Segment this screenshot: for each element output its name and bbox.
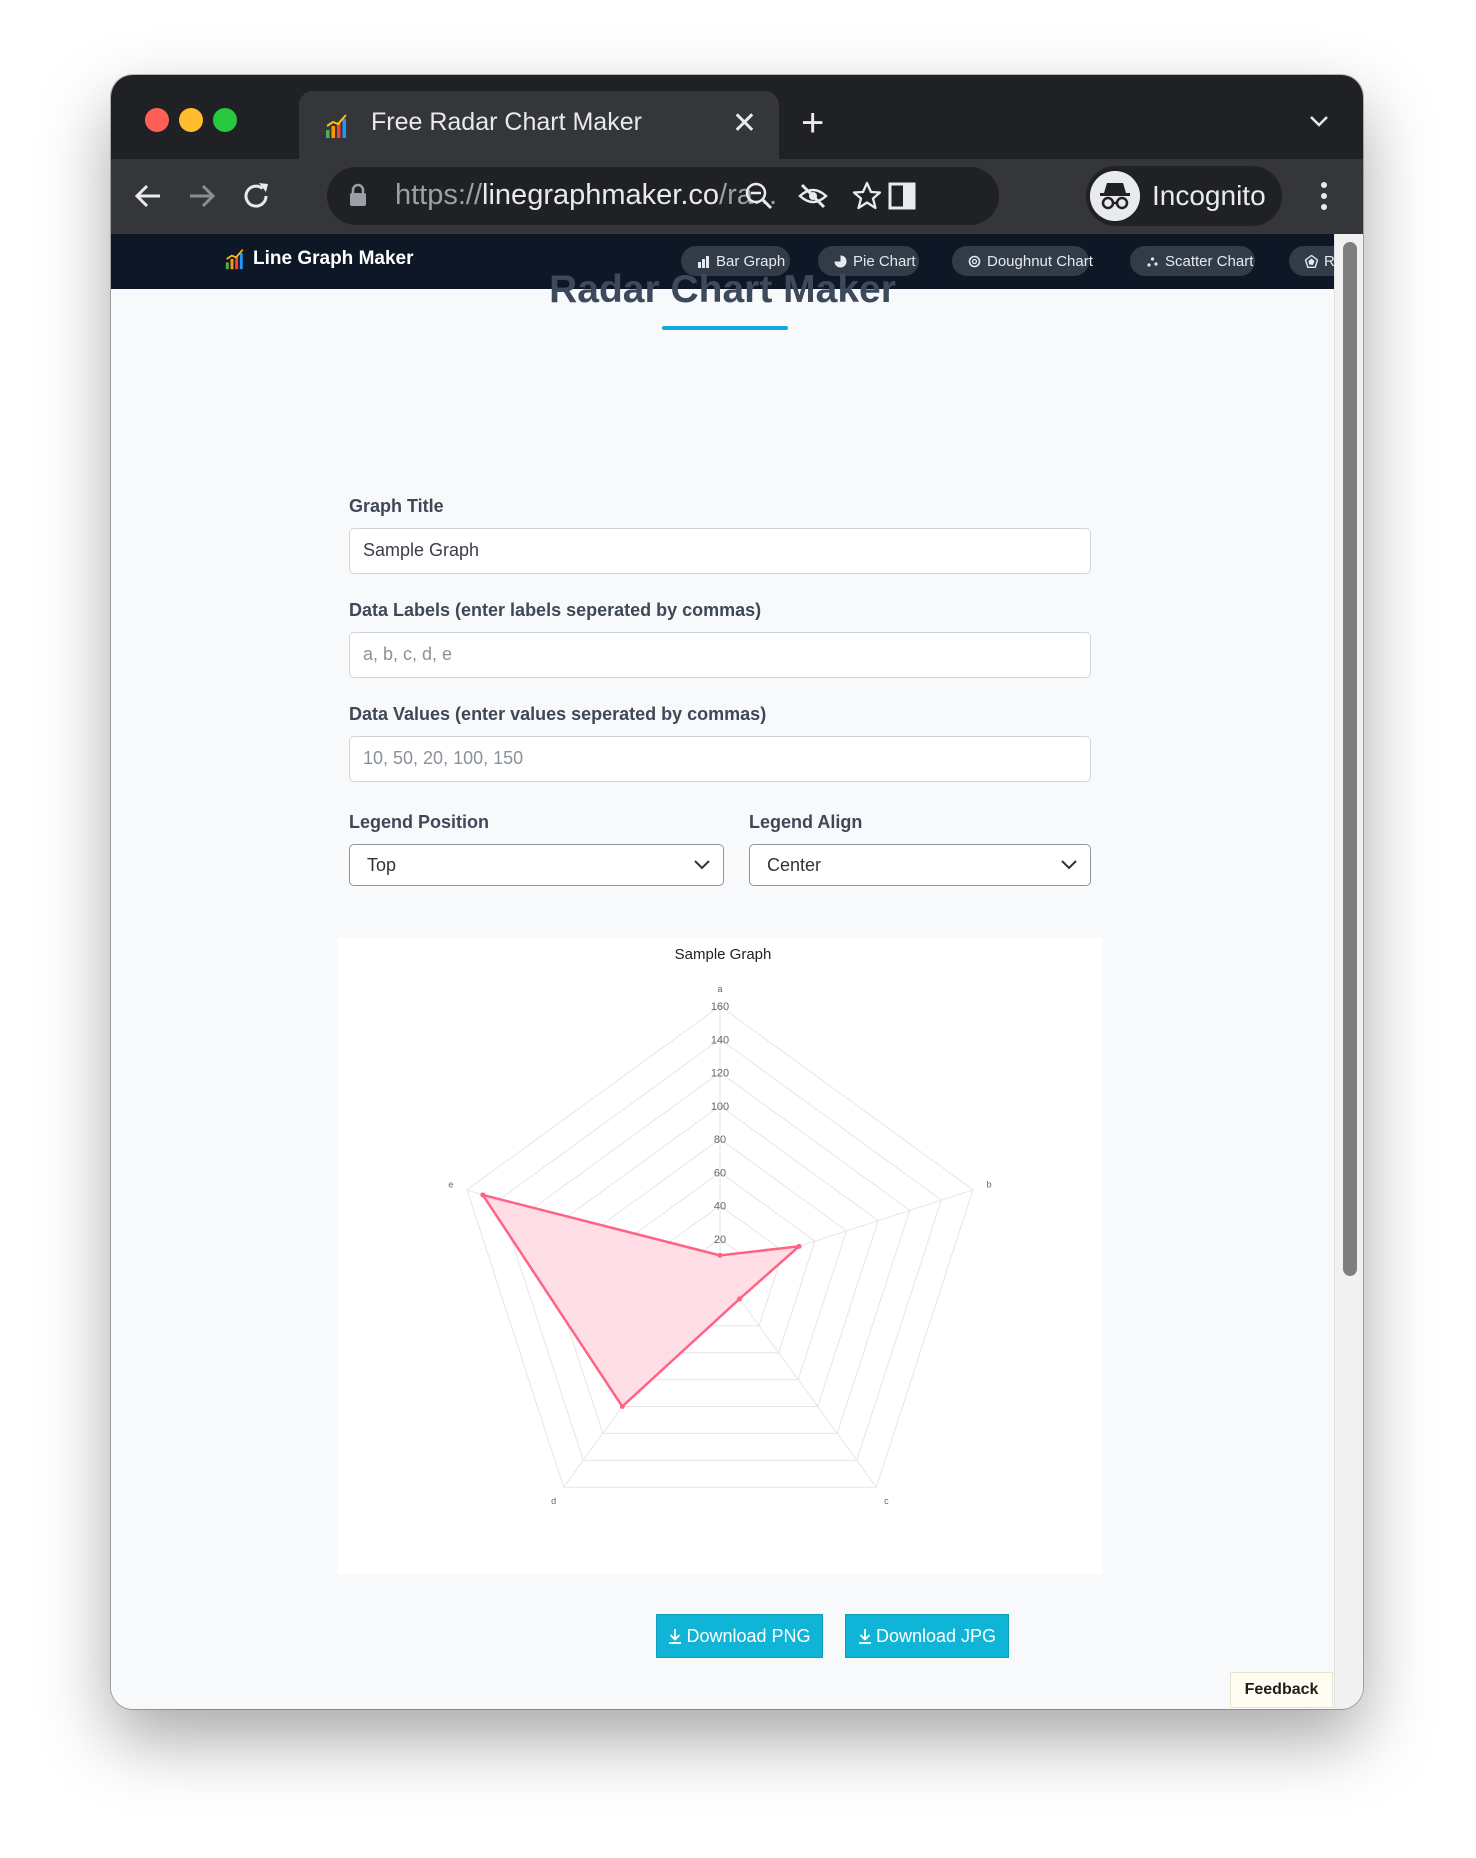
browser-toolbar: https://linegraphmaker.co/ra... Incognit… (111, 159, 1363, 234)
new-tab-icon[interactable]: + (801, 103, 824, 143)
browser-tab[interactable]: Free Radar Chart Maker ✕ (299, 91, 779, 159)
data-point (480, 1192, 486, 1198)
legend-align-label: Legend Align (749, 812, 863, 832)
tick-label: 140 (711, 1034, 729, 1046)
maximize-window-button[interactable] (213, 108, 237, 132)
brand-logo-icon (225, 249, 244, 270)
page-scrollbar[interactable] (1334, 234, 1363, 1709)
category-label: e (448, 1180, 453, 1190)
site-favicon-icon (326, 114, 347, 138)
scrollbar-thumb[interactable] (1343, 242, 1357, 1276)
data-point (619, 1403, 625, 1409)
category-label: a (717, 984, 722, 994)
nav-label: Scatter Chart (1165, 252, 1254, 270)
legend-position-select[interactable]: Top (349, 844, 724, 886)
legend-position-label: Legend Position (349, 812, 490, 832)
data-labels-label: Data Labels (enter labels seperated by c… (349, 600, 762, 620)
radar-chart: Sample Graph 20 40 60 80 100 120 140 160 a b c d e (448, 946, 992, 1506)
tick-label: 60 (714, 1167, 726, 1179)
download-jpg-label: Download JPG (875, 1625, 997, 1646)
chart-title: Sample Graph (675, 946, 772, 963)
category-label: b (987, 1180, 992, 1190)
feedback-button[interactable]: Feedback (1230, 1672, 1333, 1708)
tick-label: 20 (714, 1234, 726, 1246)
lock-icon (350, 183, 366, 206)
nav-label: Doughnut Chart (987, 252, 1093, 270)
title-underline (662, 326, 788, 330)
tab-search-chevron-icon[interactable] (1307, 111, 1331, 131)
incognito-label: Incognito (1152, 180, 1266, 211)
minimize-window-button[interactable] (179, 108, 203, 132)
pie-chart-icon (834, 255, 847, 267)
nav-label: Radar Chart (1324, 252, 1334, 270)
incognito-icon (1090, 171, 1140, 221)
data-values-input[interactable]: 10, 50, 20, 100, 150 (349, 736, 1091, 782)
chevron-down-icon (694, 860, 710, 870)
zoom-out-icon[interactable] (743, 180, 775, 212)
download-icon (858, 1629, 871, 1644)
bar-chart-icon (698, 255, 709, 268)
category-label: c (884, 1496, 889, 1506)
page-title: Radar Chart Maker (549, 268, 896, 311)
tab-title: Free Radar Chart Maker (371, 108, 642, 136)
radar-chart-card: Sample Graph 20 40 60 80 100 120 140 160 a b c d e (337, 938, 1103, 1574)
nav-label: Pie Chart (853, 252, 916, 270)
legend-align-value: Center (767, 855, 822, 875)
close-window-button[interactable] (145, 108, 169, 132)
browser-window: Free Radar Chart Maker ✕ + https://lineg… (111, 75, 1363, 1709)
tick-label: 80 (714, 1134, 726, 1146)
tick-label: 100 (711, 1101, 729, 1113)
data-labels-input[interactable]: a, b, c, d, e (349, 632, 1091, 678)
radar-icon (1305, 254, 1318, 268)
data-point (737, 1296, 743, 1302)
incognito-profile-button[interactable]: Incognito (1086, 166, 1282, 226)
back-arrow-icon[interactable] (131, 179, 165, 213)
download-icon (669, 1629, 682, 1644)
download-jpg-button[interactable]: Download JPG (845, 1614, 1009, 1658)
legend-align-select[interactable]: Center (749, 844, 1091, 886)
tick-label: 160 (711, 1001, 729, 1013)
side-panel-icon[interactable] (887, 181, 917, 211)
tab-close-icon[interactable]: ✕ (732, 104, 757, 144)
browser-titlebar: Free Radar Chart Maker ✕ + (111, 75, 1363, 159)
data-point (796, 1243, 802, 1249)
graph-title-input[interactable]: Sample Graph (349, 528, 1091, 574)
legend-position-value: Top (367, 855, 397, 875)
browser-menu-icon[interactable] (1319, 180, 1329, 212)
site-brand-link[interactable]: Line Graph Maker (225, 248, 414, 270)
chevron-down-icon (1061, 860, 1077, 870)
category-label: d (551, 1496, 556, 1506)
data-point (717, 1252, 723, 1258)
graph-title-label: Graph Title (349, 496, 444, 516)
brand-name: Line Graph Maker (253, 248, 414, 269)
data-values-label: Data Values (enter values seperated by c… (349, 704, 767, 724)
forward-arrow-icon[interactable] (185, 179, 219, 213)
download-png-button[interactable]: Download PNG (656, 1614, 823, 1658)
series-area (481, 1193, 801, 1408)
tick-label: 40 (714, 1201, 726, 1213)
tick-label: 120 (711, 1068, 729, 1080)
scatter-icon (1147, 256, 1158, 267)
bookmark-star-icon[interactable] (851, 180, 883, 212)
web-page: Line Graph Maker Bar Graph Pie Chart Dou… (111, 234, 1334, 1709)
eye-off-icon[interactable] (797, 180, 829, 212)
nav-label: Bar Graph (716, 252, 786, 270)
download-png-label: Download PNG (686, 1625, 811, 1646)
reload-icon[interactable] (239, 179, 273, 213)
url-text: https://linegraphmaker.co/ra... (395, 179, 778, 211)
doughnut-icon (968, 255, 981, 267)
